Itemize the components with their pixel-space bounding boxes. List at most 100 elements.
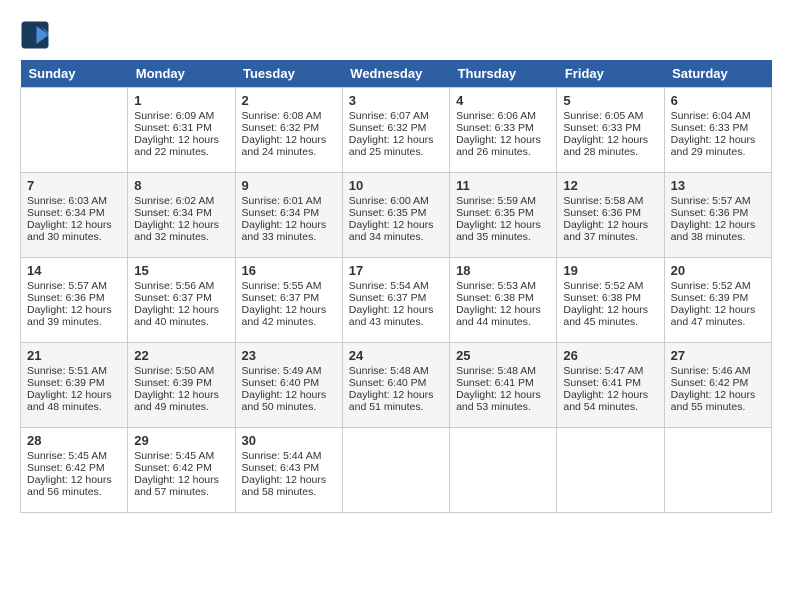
day-cell: 23 Sunrise: 5:49 AMSunset: 6:40 PMDayligh…	[235, 343, 342, 428]
sunrise-text: Sunrise: 6:04 AM	[671, 110, 765, 122]
daylight-text: Daylight: 12 hours and 50 minutes.	[242, 389, 336, 413]
daylight-text: Daylight: 12 hours and 56 minutes.	[27, 474, 121, 498]
day-number: 8	[134, 178, 228, 193]
daylight-text: Daylight: 12 hours and 34 minutes.	[349, 219, 443, 243]
week-row-3: 14Sunrise: 5:57 AMSunset: 6:36 PMDayligh…	[21, 258, 772, 343]
daylight-text: Daylight: 12 hours and 39 minutes.	[27, 304, 121, 328]
day-cell: 22Sunrise: 5:50 AMSunset: 6:39 PMDayligh…	[128, 343, 235, 428]
sunset-text: Sunset: 6:42 PM	[27, 462, 121, 474]
day-cell: 13Sunrise: 5:57 AMSunset: 6:36 PMDayligh…	[664, 173, 771, 258]
sunrise-text: Sunrise: 5:53 AM	[456, 280, 550, 292]
day-cell: 25 Sunrise: 5:48 AMSunset: 6:41 PMDayligh…	[450, 343, 557, 428]
sunrise-text: Sunrise: 5:44 AM	[242, 450, 336, 462]
sunset-text: Sunset: 6:37 PM	[349, 292, 443, 304]
sunset-text: Sunset: 6:36 PM	[671, 207, 765, 219]
sunrise-text: Sunrise: 5:56 AM	[134, 280, 228, 292]
day-number: 29	[134, 433, 228, 448]
sunrise-text: Sunrise: 6:03 AM	[27, 195, 121, 207]
daylight-text: Daylight: 12 hours and 48 minutes.	[27, 389, 121, 413]
day-number: 6	[671, 93, 765, 108]
daylight-text: Daylight: 12 hours and 51 minutes.	[349, 389, 443, 413]
sunset-text: Sunset: 6:36 PM	[563, 207, 657, 219]
sunrise-text: Sunrise: 6:02 AM	[134, 195, 228, 207]
sunrise-text: Sunrise: 5:58 AM	[563, 195, 657, 207]
day-cell: 6 Sunrise: 6:04 AMSunset: 6:33 PMDaylight…	[664, 88, 771, 173]
day-cell: 29Sunrise: 5:45 AMSunset: 6:42 PMDayligh…	[128, 428, 235, 513]
day-number: 30	[242, 433, 336, 448]
daylight-text: Daylight: 12 hours and 30 minutes.	[27, 219, 121, 243]
daylight-text: Daylight: 12 hours and 47 minutes.	[671, 304, 765, 328]
day-number: 4	[456, 93, 550, 108]
daylight-text: Daylight: 12 hours and 45 minutes.	[563, 304, 657, 328]
day-cell: 30 Sunrise: 5:44 AMSunset: 6:43 PMDayligh…	[235, 428, 342, 513]
daylight-text: Daylight: 12 hours and 42 minutes.	[242, 304, 336, 328]
daylight-text: Daylight: 12 hours and 24 minutes.	[242, 134, 336, 158]
daylight-text: Daylight: 12 hours and 58 minutes.	[242, 474, 336, 498]
sunrise-text: Sunrise: 6:05 AM	[563, 110, 657, 122]
header	[20, 20, 772, 50]
weekday-thursday: Thursday	[450, 60, 557, 88]
sunset-text: Sunset: 6:38 PM	[563, 292, 657, 304]
day-cell	[21, 88, 128, 173]
day-cell: 7Sunrise: 6:03 AMSunset: 6:34 PMDaylight…	[21, 173, 128, 258]
day-number: 9	[242, 178, 336, 193]
day-number: 18	[456, 263, 550, 278]
sunset-text: Sunset: 6:40 PM	[242, 377, 336, 389]
sunrise-text: Sunrise: 6:09 AM	[134, 110, 228, 122]
sunset-text: Sunset: 6:33 PM	[671, 122, 765, 134]
sunset-text: Sunset: 6:32 PM	[242, 122, 336, 134]
sunset-text: Sunset: 6:41 PM	[563, 377, 657, 389]
day-cell: 8Sunrise: 6:02 AMSunset: 6:34 PMDaylight…	[128, 173, 235, 258]
sunset-text: Sunset: 6:39 PM	[27, 377, 121, 389]
weekday-saturday: Saturday	[664, 60, 771, 88]
day-cell: 10Sunrise: 6:00 AMSunset: 6:35 PMDayligh…	[342, 173, 449, 258]
sunrise-text: Sunrise: 5:47 AM	[563, 365, 657, 377]
day-cell: 4Sunrise: 6:06 AMSunset: 6:33 PMDaylight…	[450, 88, 557, 173]
day-cell: 18Sunrise: 5:53 AMSunset: 6:38 PMDayligh…	[450, 258, 557, 343]
daylight-text: Daylight: 12 hours and 57 minutes.	[134, 474, 228, 498]
daylight-text: Daylight: 12 hours and 44 minutes.	[456, 304, 550, 328]
daylight-text: Daylight: 12 hours and 55 minutes.	[671, 389, 765, 413]
day-number: 1	[134, 93, 228, 108]
daylight-text: Daylight: 12 hours and 29 minutes.	[671, 134, 765, 158]
sunset-text: Sunset: 6:36 PM	[27, 292, 121, 304]
daylight-text: Daylight: 12 hours and 22 minutes.	[134, 134, 228, 158]
daylight-text: Daylight: 12 hours and 40 minutes.	[134, 304, 228, 328]
sunset-text: Sunset: 6:43 PM	[242, 462, 336, 474]
sunset-text: Sunset: 6:32 PM	[349, 122, 443, 134]
day-number: 24	[349, 348, 443, 363]
sunset-text: Sunset: 6:35 PM	[456, 207, 550, 219]
logo-icon	[20, 20, 50, 50]
daylight-text: Daylight: 12 hours and 53 minutes.	[456, 389, 550, 413]
day-cell: 27Sunrise: 5:46 AMSunset: 6:42 PMDayligh…	[664, 343, 771, 428]
day-number: 11	[456, 178, 550, 193]
sunrise-text: Sunrise: 5:50 AM	[134, 365, 228, 377]
day-number: 10	[349, 178, 443, 193]
day-cell: 19Sunrise: 5:52 AMSunset: 6:38 PMDayligh…	[557, 258, 664, 343]
weekday-header-row: SundayMondayTuesdayWednesdayThursdayFrid…	[21, 60, 772, 88]
sunrise-text: Sunrise: 5:48 AM	[349, 365, 443, 377]
day-cell: 11 Sunrise: 5:59 AMSunset: 6:35 PMDayligh…	[450, 173, 557, 258]
daylight-text: Daylight: 12 hours and 37 minutes.	[563, 219, 657, 243]
weekday-sunday: Sunday	[21, 60, 128, 88]
daylight-text: Daylight: 12 hours and 43 minutes.	[349, 304, 443, 328]
week-row-1: 1Sunrise: 6:09 AMSunset: 6:31 PMDaylight…	[21, 88, 772, 173]
day-number: 13	[671, 178, 765, 193]
sunrise-text: Sunrise: 5:48 AM	[456, 365, 550, 377]
sunrise-text: Sunrise: 5:57 AM	[671, 195, 765, 207]
day-number: 23	[242, 348, 336, 363]
sunrise-text: Sunrise: 5:59 AM	[456, 195, 550, 207]
sunset-text: Sunset: 6:41 PM	[456, 377, 550, 389]
day-cell: 1Sunrise: 6:09 AMSunset: 6:31 PMDaylight…	[128, 88, 235, 173]
sunrise-text: Sunrise: 5:49 AM	[242, 365, 336, 377]
daylight-text: Daylight: 12 hours and 35 minutes.	[456, 219, 550, 243]
weekday-tuesday: Tuesday	[235, 60, 342, 88]
sunrise-text: Sunrise: 5:57 AM	[27, 280, 121, 292]
day-cell: 9Sunrise: 6:01 AMSunset: 6:34 PMDaylight…	[235, 173, 342, 258]
sunrise-text: Sunrise: 6:00 AM	[349, 195, 443, 207]
sunrise-text: Sunrise: 5:46 AM	[671, 365, 765, 377]
day-number: 12	[563, 178, 657, 193]
day-cell: 20Sunrise: 5:52 AMSunset: 6:39 PMDayligh…	[664, 258, 771, 343]
day-cell: 16Sunrise: 5:55 AMSunset: 6:37 PMDayligh…	[235, 258, 342, 343]
day-number: 25	[456, 348, 550, 363]
